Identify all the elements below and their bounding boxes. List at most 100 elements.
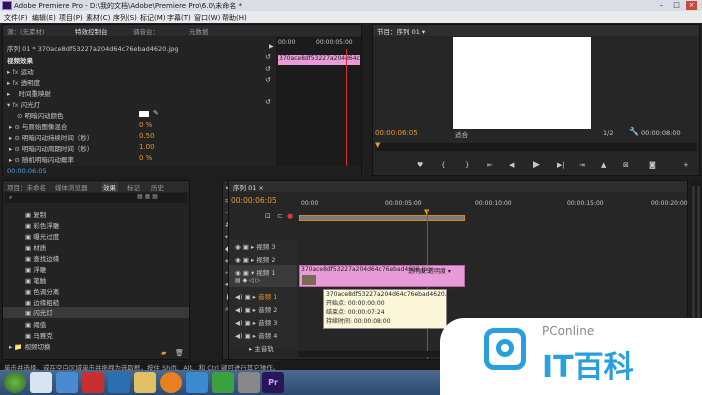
app-icon[interactable] [238,372,260,393]
playhead-marker-icon[interactable]: ▼ [375,141,380,149]
tab-effects[interactable]: 效果 [101,182,118,192]
tab-effect-controls[interactable]: 特效控制台 [75,26,108,36]
add-button-icon[interactable]: + [683,161,689,169]
step-forward-icon[interactable]: ▶| [557,161,565,169]
tab-sequence[interactable]: 序列 01 × [233,182,264,192]
marker-icon[interactable]: ● [287,212,293,220]
timeline-timecode[interactable]: 00:00:06:05 [231,196,277,205]
list-item[interactable]: ▣ 复制 [25,209,211,219]
menu-file[interactable]: 文件(F) [4,13,28,23]
extract-icon[interactable]: ⊠ [623,161,629,169]
fit-dropdown[interactable]: 适合 [455,129,468,139]
param-value[interactable]: 1.00 [139,143,155,151]
effect-opacity[interactable]: ▸ fx 透明度 [7,77,279,87]
program-scrubber[interactable] [375,143,697,151]
lift-icon[interactable]: ▲ [601,161,606,169]
list-item[interactable]: ▣ 材质 [25,242,211,252]
tab-media-browser[interactable]: 媒体浏览器 [55,182,88,192]
app-icon[interactable] [186,372,208,393]
track-header[interactable]: ◉ ▣ ▸ 视频 3 [235,241,303,251]
tab-markers[interactable]: 标记 [127,182,140,192]
program-timecode[interactable]: 00:00:06:05 [375,129,418,137]
start-button-icon[interactable] [4,372,26,393]
param-value[interactable]: 0 % [139,121,152,129]
effect-clip-bar[interactable]: 370ace8df53227a204d64c76ebad4620.jpg [278,55,360,65]
track-header[interactable]: ◀) ▣ ▸ 音频 2 [235,304,303,314]
app-icon[interactable] [56,372,78,393]
premiere-icon[interactable]: Pr [262,372,284,393]
step-back-icon[interactable]: ◀ [509,161,514,169]
preset-icon[interactable]: ▦ ▦ ▦ [137,193,158,200]
menu-clip[interactable]: 素材(C) [86,13,110,23]
app-icon[interactable] [82,372,104,393]
menu-sequence[interactable]: 序列(S) [113,13,137,23]
snap-icon[interactable]: ⊡ [265,212,271,220]
menu-help[interactable]: 帮助(H) [222,13,247,23]
app-icon[interactable] [212,372,234,393]
reset-icon[interactable]: ↺ [265,53,271,61]
list-item-selected[interactable]: ▣ 闪光灯 [3,307,189,318]
reset-icon[interactable]: ↺ [265,76,271,84]
delete-icon[interactable]: 🗑 [175,349,184,357]
go-to-in-icon[interactable]: ⇤ [487,161,493,169]
mark-out-icon[interactable]: } [465,161,469,169]
list-item[interactable]: ▣ 查找边缘 [25,253,211,263]
effect-time-remap[interactable]: ▸ 时间重映射 [7,88,279,98]
menu-edit[interactable]: 编辑(E) [32,13,56,23]
new-bin-icon[interactable]: ▰ [161,349,166,357]
track-header-selected[interactable]: ◉ ▣ ▾ 视频 1 ▤ ◆ ◁ ▷ [229,265,297,287]
menu-title[interactable]: 字幕(T) [167,13,191,23]
keyframe-icon[interactable]: ▤ ◆ ◁ ▷ [235,277,260,284]
folder-icon[interactable] [134,372,156,393]
browser-icon[interactable] [160,372,182,393]
clip-opacity-tag[interactable]: 透明度:透明度 ▾ [408,266,451,275]
list-item[interactable]: ▣ 色调分离 [25,286,211,296]
menu-marker[interactable]: 标记(M) [140,13,166,23]
list-item[interactable]: ▣ 阈值 [25,319,211,329]
track-header[interactable]: ◀) ▣ ▸ 音频 1 [235,291,303,301]
param-value[interactable]: 0 % [139,154,152,162]
wrench-icon[interactable]: 🔧 [629,127,639,136]
track-header[interactable]: ◀) ▣ ▸ 音频 3 [235,317,303,327]
list-item[interactable]: ▣ 笔触 [25,275,211,285]
resolution-dropdown[interactable]: 1/2 [603,129,613,137]
video-clip[interactable]: 370ace8df53227a204d64c76ebad4620.jpg 透明度… [299,265,465,287]
playhead[interactable] [346,49,347,166]
work-area-bar[interactable] [299,215,465,221]
tab-metadata[interactable]: 元数据 [189,26,209,36]
list-item[interactable]: ▣ 浮雕 [25,264,211,274]
app-icon[interactable] [108,372,130,393]
list-item[interactable]: ▣ 彩色浮雕 [25,220,211,230]
maximize-icon[interactable]: □ [671,1,682,10]
list-item[interactable]: ▣ 曝光过度 [25,231,211,241]
timeline-ruler[interactable]: 00:00 00:00:05:00 00:00:10:00 00:00:15:0… [299,199,688,223]
track-header[interactable]: ◉ ▣ ▸ 视频 2 [235,254,303,264]
close-icon[interactable]: × [686,1,697,10]
camera-icon[interactable]: ◙ [649,161,656,169]
tab-audio-mixer[interactable]: 调音台： [133,26,159,36]
play-icon[interactable]: ▶ [533,160,540,170]
go-to-out-icon[interactable]: ⇥ [579,161,585,169]
link-icon[interactable]: ⊂ [277,212,283,220]
color-swatch[interactable] [139,111,149,117]
timecode[interactable]: 00:00:06:05 [7,167,47,175]
menu-project[interactable]: 项目(P) [59,13,83,23]
effects-search[interactable]: ⌕ ▦ ▦ ▦ [5,193,187,203]
app-icon[interactable] [30,372,52,393]
mark-in-icon[interactable]: { [441,161,445,169]
list-item[interactable]: ▣ 马赛克 [25,330,211,340]
eyedropper-icon[interactable]: ✎ [153,109,159,117]
reset-icon[interactable]: ↺ [265,65,271,73]
effect-strobe[interactable]: ▾ fx 闪光灯 [7,99,279,109]
tab-source[interactable]: 源：(无素材) [7,26,45,36]
triangle-icon[interactable]: ▶ [269,43,274,50]
minimize-icon[interactable]: – [656,1,667,10]
effect-motion[interactable]: ▸ fx 运动 [7,66,279,76]
tab-history[interactable]: 历史 [151,182,164,192]
reset-icon[interactable]: ↺ [265,98,271,106]
folder-item[interactable]: ▸ 📁 视频切换 [9,341,195,351]
menu-window[interactable]: 窗口(W) [194,13,220,23]
track-header[interactable]: ◀) ▣ ▸ 音频 4 [235,330,303,340]
tab-program[interactable]: 节目：序列 01 ▾ [377,26,425,36]
tab-project[interactable]: 项目：未命名 [7,182,46,192]
